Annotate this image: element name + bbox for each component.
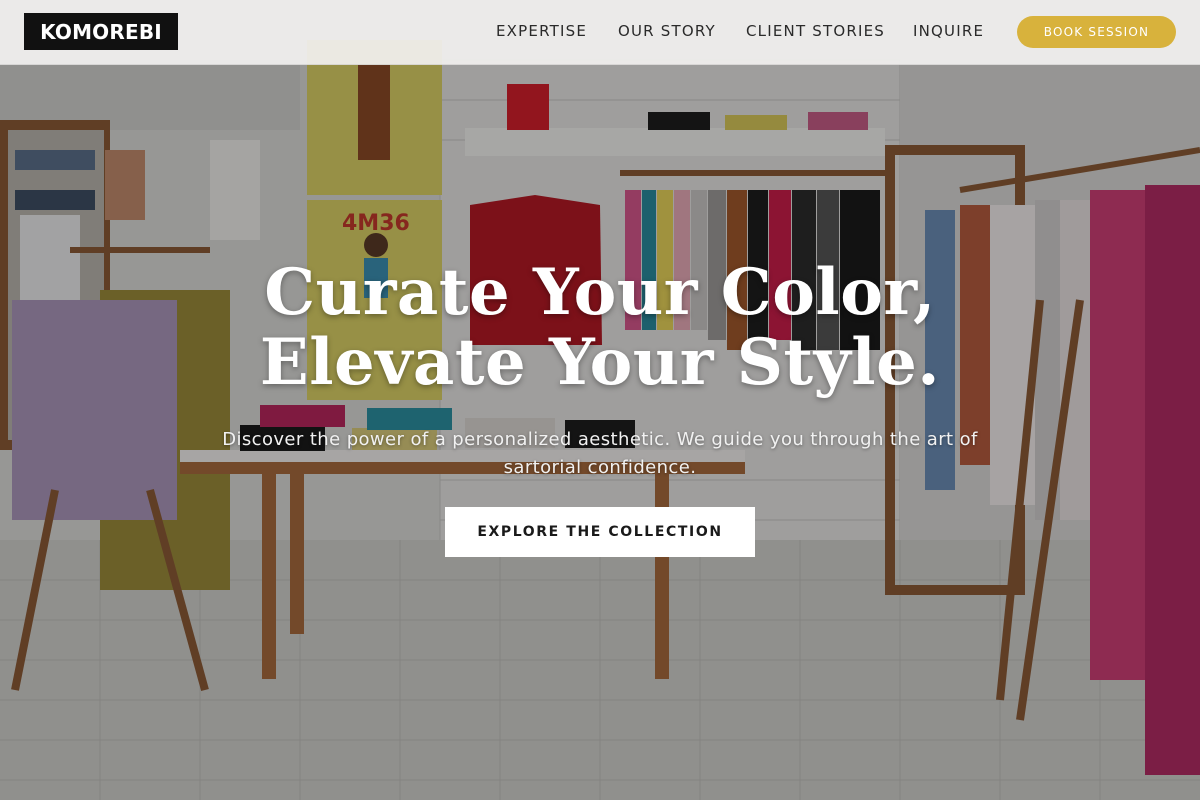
explore-collection-button[interactable]: EXPLORE THE COLLECTION (445, 507, 755, 557)
hero-title-line-2: Elevate Your Style. (259, 325, 941, 400)
hero-dark-overlay (0, 0, 1200, 800)
hero-title: Curate Your Color, Elevate Your Style. (200, 258, 1000, 398)
hero-title-line-1: Curate Your Color, (264, 255, 936, 330)
hero-background-image: 4M36 (0, 0, 1200, 800)
nav-item-expertise[interactable]: EXPERTISE (496, 22, 587, 40)
site-header: KOMOREBI EXPERTISE OUR STORY CLIENT STOR… (0, 0, 1200, 65)
nav-item-client-stories[interactable]: CLIENT STORIES (746, 22, 885, 40)
hero-subtitle-line-2: sartorial confidence. (503, 457, 697, 478)
hero-subtitle: Discover the power of a personalized aes… (175, 426, 1025, 482)
nav-item-inquire[interactable]: INQUIRE (913, 22, 984, 40)
nav-item-our-story[interactable]: OUR STORY (618, 22, 716, 40)
book-session-button[interactable]: BOOK SESSION (1017, 16, 1176, 48)
brand-logo[interactable]: KOMOREBI (24, 13, 178, 50)
hero-subtitle-line-1: Discover the power of a personalized aes… (222, 429, 978, 450)
